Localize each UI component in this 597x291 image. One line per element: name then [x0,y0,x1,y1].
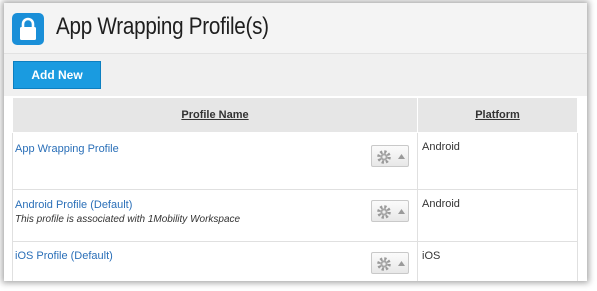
profile-name-link[interactable]: Android Profile (Default) [15,199,132,211]
table-row: iOS Profile (Default) iOS [12,241,578,281]
column-header-profile-name[interactable]: Profile Name [12,97,418,133]
profile-name-cell: App Wrapping Profile [12,132,418,190]
page-title: App Wrapping Profile(s) [56,13,269,40]
title-bar: App Wrapping Profile(s) [4,3,587,54]
lock-icon [12,13,44,45]
profile-name-cell: Android Profile (Default) This profile i… [12,189,418,242]
gear-icon [377,257,391,271]
table-header-row: Profile Name Platform [12,97,578,133]
profile-name-link[interactable]: App Wrapping Profile [15,143,119,155]
row-actions-button[interactable] [371,252,409,274]
gear-icon [377,150,391,164]
caret-up-icon [398,209,405,214]
gear-icon [377,205,391,219]
row-actions-button[interactable] [371,200,409,222]
app-wrapping-panel: App Wrapping Profile(s) Add New Profile … [4,3,587,281]
caret-up-icon [398,261,405,266]
table-row: Android Profile (Default) This profile i… [12,189,578,242]
row-actions-button[interactable] [371,145,409,167]
profile-name-cell: iOS Profile (Default) [12,241,418,281]
platform-cell: Android [417,189,578,242]
profile-name-link[interactable]: iOS Profile (Default) [15,250,113,262]
add-new-button[interactable]: Add New [13,61,101,89]
platform-cell: Android [417,132,578,190]
table-row: App Wrapping Profile Android [12,132,578,190]
profile-association-note: This profile is associated with 1Mobilit… [15,214,241,225]
column-header-platform[interactable]: Platform [417,97,578,133]
platform-cell: iOS [417,241,578,281]
caret-up-icon [398,154,405,159]
profiles-table: Profile Name Platform App Wrapping Profi… [12,97,578,281]
toolbar: Add New [4,54,587,96]
